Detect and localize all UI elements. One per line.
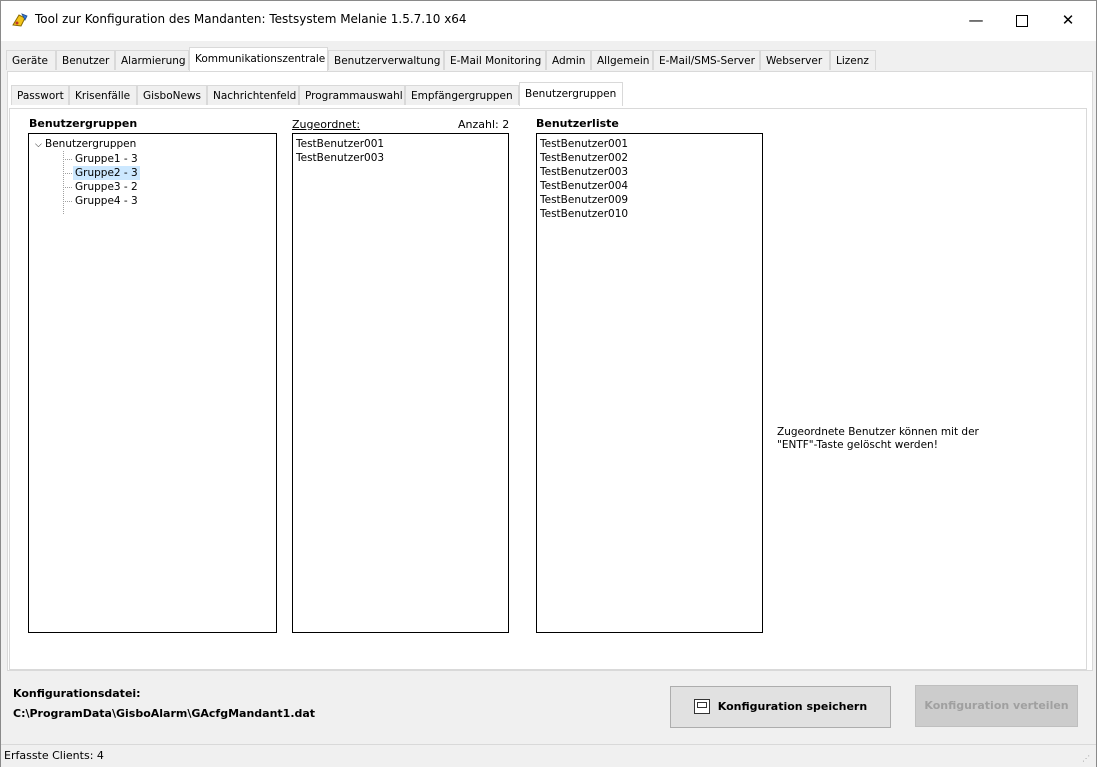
tree-item-gruppe2[interactable]: Gruppe2 - 3 <box>73 166 140 180</box>
resize-grip-icon[interactable]: ⋰ <box>1082 754 1092 764</box>
tab-admin[interactable]: Admin <box>546 50 591 70</box>
subtab-passwort[interactable]: Passwort <box>11 85 69 105</box>
info-text-line: Zugeordnete Benutzer können mit der <box>777 426 979 438</box>
info-text: Zugeordnete Benutzer können mit der "ENT… <box>777 426 1007 452</box>
status-text: Erfasste Clients: 4 <box>4 749 104 762</box>
info-text-line: "ENTF"-Taste gelöscht werden! <box>777 439 938 451</box>
window-title: Tool zur Konfiguration des Mandanten: Te… <box>35 12 467 26</box>
distribute-config-button[interactable]: Konfiguration verteilen <box>915 685 1078 727</box>
status-bar: Erfasste Clients: 4 ⋰ <box>1 744 1096 767</box>
tree-root-label: Benutzergruppen <box>45 138 137 150</box>
list-item[interactable]: TestBenutzer004 <box>537 179 762 193</box>
title-bar: Tool zur Konfiguration des Mandanten: Te… <box>1 1 1096 41</box>
app-window: Tool zur Konfiguration des Mandanten: Te… <box>0 0 1097 767</box>
close-button[interactable]: ✕ <box>1045 1 1091 41</box>
maximize-button[interactable] <box>999 1 1045 41</box>
tree-connector <box>63 187 72 188</box>
list-item[interactable]: TestBenutzer002 <box>537 151 762 165</box>
list-item[interactable]: TestBenutzer001 <box>537 137 762 151</box>
tab-benutzer[interactable]: Benutzer <box>56 50 115 70</box>
tab-geraete[interactable]: Geräte <box>6 50 56 70</box>
tree-connector <box>63 159 72 160</box>
tab-alarmierung[interactable]: Alarmierung <box>115 50 189 70</box>
assigned-count: Anzahl: 2 <box>458 118 510 131</box>
tab-email-sms-server[interactable]: E-Mail/SMS-Server <box>653 50 760 70</box>
list-item[interactable]: TestBenutzer010 <box>537 207 762 221</box>
tab-benutzerverwaltung[interactable]: Benutzerverwaltung <box>328 50 444 70</box>
tab-webserver[interactable]: Webserver <box>760 50 830 70</box>
tab-kommunikationszentrale[interactable]: Kommunikationszentrale <box>189 47 328 71</box>
list-item[interactable]: TestBenutzer003 <box>537 165 762 179</box>
subtab-gisbonews[interactable]: GisboNews <box>137 85 207 105</box>
subtab-benutzergruppen[interactable]: Benutzergruppen <box>519 82 623 106</box>
subtab-empfaengergruppen[interactable]: Empfängergruppen <box>405 85 519 105</box>
save-config-button[interactable]: Konfiguration speichern <box>670 686 891 728</box>
subtab-nachrichtenfeld[interactable]: Nachrichtenfeld <box>207 85 299 105</box>
user-list[interactable]: TestBenutzer001 TestBenutzer002 TestBenu… <box>536 133 763 633</box>
subtab-krisenfaelle[interactable]: Krisenfälle <box>69 85 137 105</box>
tree-connector <box>63 173 72 174</box>
main-tab-strip: Geräte Benutzer Alarmierung Kommunikatio… <box>6 47 1096 72</box>
tree-item-gruppe3[interactable]: Gruppe3 - 2 <box>73 180 140 194</box>
config-file-path: C:\ProgramData\GisboAlarm\GAcfgMandant1.… <box>13 707 316 720</box>
list-item[interactable]: TestBenutzer003 <box>293 151 508 165</box>
minimize-button[interactable]: — <box>953 1 999 41</box>
list-item[interactable]: TestBenutzer001 <box>293 137 508 151</box>
tab-allgemein[interactable]: Allgemein <box>591 50 653 70</box>
maximize-icon <box>1016 14 1028 27</box>
assigned-heading: Zugeordnet: <box>292 118 361 131</box>
config-file-label: Konfigurationsdatei: <box>13 687 141 700</box>
chevron-down-icon[interactable]: ⌵ <box>35 138 45 152</box>
tree-root-node[interactable]: ⌵ Benutzergruppen <box>35 137 136 151</box>
assigned-list[interactable]: TestBenutzer001 TestBenutzer003 <box>292 133 509 633</box>
app-logo-icon <box>12 13 28 27</box>
list-item[interactable]: TestBenutzer009 <box>537 193 762 207</box>
groups-heading: Benutzergruppen <box>29 117 138 130</box>
tree-item-gruppe1[interactable]: Gruppe1 - 3 <box>73 152 140 166</box>
save-icon <box>693 698 710 714</box>
tree-item-gruppe4[interactable]: Gruppe4 - 3 <box>73 194 140 208</box>
tab-email-monitoring[interactable]: E-Mail Monitoring <box>444 50 546 70</box>
save-config-label: Konfiguration speichern <box>717 700 868 713</box>
tree-connector <box>63 201 72 202</box>
subtab-programmauswahl[interactable]: Programmauswahl <box>299 85 405 105</box>
tree-connector <box>63 151 64 214</box>
tab-lizenz[interactable]: Lizenz <box>830 50 876 70</box>
sub-tab-strip: Passwort Krisenfälle GisboNews Nachricht… <box>11 82 1091 107</box>
groups-tree[interactable]: ⌵ Benutzergruppen Gruppe1 - 3 Gruppe2 - 3… <box>28 133 277 633</box>
userlist-heading: Benutzerliste <box>536 117 619 130</box>
